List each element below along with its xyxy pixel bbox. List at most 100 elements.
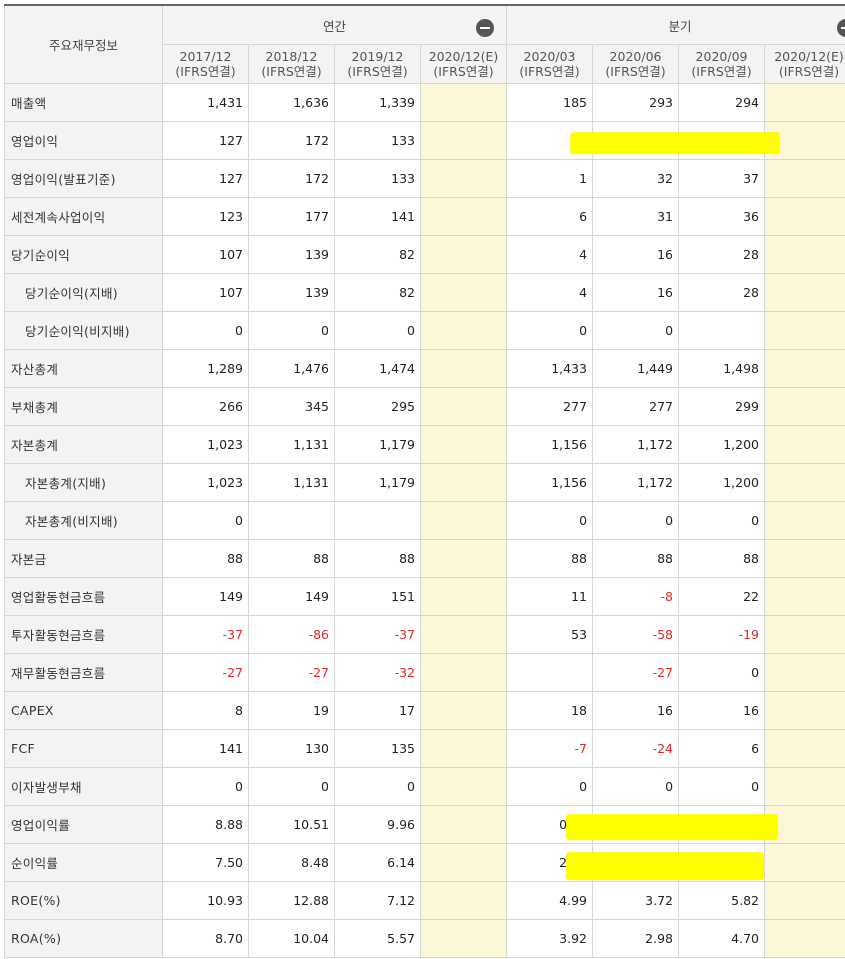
row-label: 매출액 [4,83,163,122]
table-cell [419,729,508,768]
table-cell: 0 [506,311,594,350]
table-cell: 0 [162,767,249,806]
table-cell: 16 [678,691,766,730]
table-cell [419,83,508,122]
table-cell: 37 [678,159,766,198]
column-header: 2019/12 (IFRS연결) [334,44,421,84]
table-cell: -8 [592,577,680,616]
table-cell: 172 [248,159,335,198]
table-cell [764,425,845,464]
table-cell: -32 [334,653,421,692]
table-cell: 1,179 [334,425,421,464]
table-cell: 88 [162,539,249,578]
table-cell: 32 [592,159,680,198]
financial-summary-panel: 주요재무정보 연간 분기 2017/12 (IFRS연결) 2018/12 (IFRS… [0,0,845,959]
table-cell: -37 [334,615,421,654]
column-header: 2020/09 (IFRS연결) [678,44,766,84]
table-cell: 1,172 [592,425,680,464]
table-row: 영업이익(발표기준) 127 172 133 1 32 37 [4,159,845,198]
table-cell [764,197,845,236]
table-cell: 8.70 [162,919,249,958]
table-cell: 1,433 [506,349,594,388]
table-cell: 277 [506,387,594,426]
group-label-annual: 연간 [323,18,347,34]
table-cell: 0 [592,501,680,540]
table-cell: 0.77 [506,805,594,844]
table-cell: 130 [248,729,335,768]
table-cell: 28 [678,273,766,312]
table-cell [506,653,594,692]
table-cell: 0 [592,311,680,350]
table-row: 순이익률 7.50 8.48 6.14 2.18 5.49 9.39 [4,843,845,882]
row-label: 재무활동현금흐름 [4,653,163,692]
column-basis: (IFRS연결) [605,64,666,79]
table-cell: 17 [334,691,421,730]
table-row: 자산총계 1,289 1,476 1,474 1,433 1,449 1,498 [4,349,845,388]
table-cell [419,197,508,236]
table-row: 당기순이익(비지배) 0 0 0 0 0 [4,311,845,350]
table-cell [419,615,508,654]
row-label: ROE(%) [4,881,163,920]
table-cell [764,805,845,844]
table-cell: 266 [162,387,249,426]
column-period: 2019/12 [351,49,404,64]
table-cell: 0 [334,311,421,350]
table-cell [419,691,508,730]
table-cell: 0 [678,767,766,806]
table-cell [764,235,845,274]
table-cell: 32 [592,121,680,160]
table-row: 당기순이익 107 139 82 4 16 28 [4,235,845,274]
table-cell: 151 [334,577,421,616]
table-cell: 299 [678,387,766,426]
row-label: 투자활동현금흐름 [4,615,163,654]
table-cell [419,425,508,464]
table-cell: 36 [678,197,766,236]
table-cell: 2.98 [592,919,680,958]
table-cell: -24 [592,729,680,768]
table-cell: 1,200 [678,425,766,464]
table-cell: 0 [678,653,766,692]
table-title: 주요재무정보 [4,4,163,84]
table-cell: 1,131 [248,425,335,464]
table-cell [419,539,508,578]
table-cell: 7.12 [334,881,421,920]
table-cell: 127 [162,121,249,160]
table-cell: 88 [248,539,335,578]
row-label: 자산총계 [4,349,163,388]
table-cell [764,273,845,312]
table-cell: 10.04 [248,919,335,958]
table-cell: 12.66 [678,805,766,844]
collapse-quarter-icon[interactable] [837,19,845,37]
column-basis: (IFRS연결) [175,64,236,79]
collapse-annual-icon[interactable] [476,19,495,37]
table-cell: 31 [592,197,680,236]
table-cell: 82 [334,235,421,274]
table-cell: 6.14 [334,843,421,882]
table-cell [764,83,845,122]
table-cell: 8.48 [248,843,335,882]
column-header: 2020/03 (IFRS연결) [506,44,594,84]
table-cell: 139 [248,235,335,274]
table-cell: 345 [248,387,335,426]
table-cell: 135 [334,729,421,768]
table-cell [419,273,508,312]
table-cell: 10.51 [248,805,335,844]
table-cell: 294 [678,83,766,122]
table-cell: 19 [248,691,335,730]
table-cell: 1,449 [592,349,680,388]
table-cell [419,311,508,350]
row-label: 자본금 [4,539,163,578]
table-cell [764,767,845,806]
column-basis: (IFRS연결) [261,64,322,79]
table-cell: 133 [334,121,421,160]
table-row: CAPEX 8 19 17 18 16 16 [4,691,845,730]
table-cell [419,121,508,160]
table-cell: 1,339 [334,83,421,122]
table-cell [419,843,508,882]
table-cell: 0 [506,501,594,540]
table-cell: 277 [592,387,680,426]
table-row: 영업활동현금흐름 149 149 151 11 -8 22 [4,577,845,616]
group-label-quarter: 분기 [668,18,692,34]
row-label: FCF [4,729,163,768]
table-cell: -86 [248,615,335,654]
